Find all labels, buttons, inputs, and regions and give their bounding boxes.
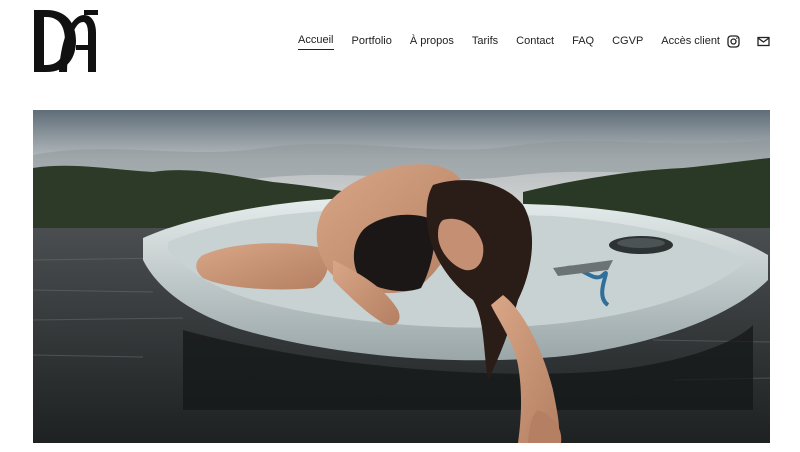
monogram-logo[interactable] <box>32 7 100 75</box>
nav-item-cgvp[interactable]: CGVP <box>612 32 643 50</box>
nav-item-accueil[interactable]: Accueil <box>298 33 334 50</box>
hero-photo <box>33 110 770 443</box>
mail-icon[interactable] <box>756 34 770 48</box>
nav-item-portfolio[interactable]: Portfolio <box>352 32 392 50</box>
nav-item-contact[interactable]: Contact <box>516 32 554 50</box>
nav-item-a-propos[interactable]: À propos <box>410 32 454 50</box>
nav-item-tarifs[interactable]: Tarifs <box>472 32 498 50</box>
main-nav: Accueil Portfolio À propos Tarifs Contac… <box>298 32 770 50</box>
page: Accueil Portfolio À propos Tarifs Contac… <box>0 0 800 452</box>
nav-item-faq[interactable]: FAQ <box>572 32 594 50</box>
nav-item-acces-client[interactable]: Accès client <box>661 32 720 50</box>
instagram-icon[interactable] <box>726 34 740 48</box>
